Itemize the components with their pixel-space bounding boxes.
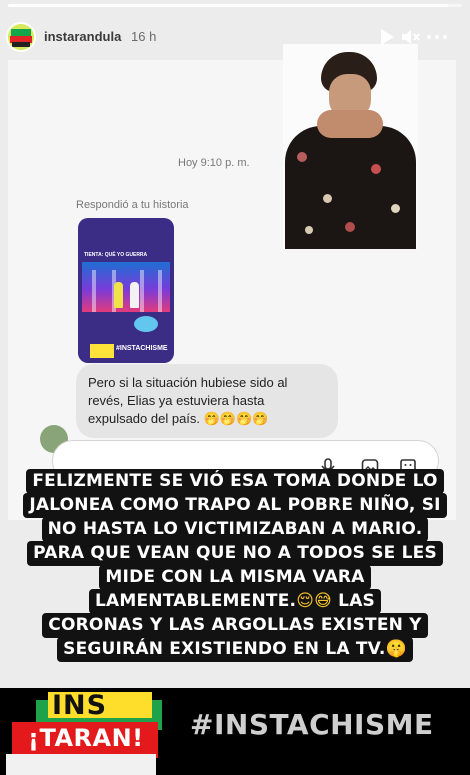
- play-icon[interactable]: [376, 26, 398, 48]
- story-progress-fill: [8, 4, 449, 7]
- caption-line-7: CORONAS Y LAS ARGOLLAS EXISTEN Y: [42, 613, 428, 638]
- caption-line-4: PARA QUE VEAN QUE NO A TODOS SE LES: [27, 541, 443, 566]
- brand-logo-bottom: ¡TARAN!: [28, 724, 144, 752]
- thumb-logo: [90, 344, 114, 358]
- brand-banner: INS ¡TARAN! #INSTACHISME: [0, 688, 470, 775]
- caption-line-5: MIDE CON LA MISMA VARA: [99, 565, 371, 590]
- profile-avatar[interactable]: [6, 22, 36, 52]
- brand-logo-top: INS: [52, 690, 108, 721]
- thumb-hashtag: #INSTACHISME: [116, 345, 168, 352]
- story-caption: FELIZMENTE SE VIÓ ESA TOMA DONDE LO JALO…: [0, 469, 470, 662]
- mute-icon[interactable]: [399, 26, 421, 48]
- thumb-bubble-sticker: [134, 316, 158, 332]
- more-icon[interactable]: [426, 26, 448, 48]
- dm-timestamp: Hoy 9:10 p. m.: [178, 157, 250, 169]
- person-overlay-image: [283, 44, 418, 249]
- story-viewer[interactable]: Hoy 9:10 p. m. Respondió a tu historia T…: [0, 0, 470, 775]
- caption-line-6: LAMENTABLEMENTE.😌😅 LAS: [88, 589, 382, 614]
- thumb-caption: TIENTA: QUÉ YO GUERRA: [84, 252, 148, 258]
- replied-story-thumbnail: TIENTA: QUÉ YO GUERRA #INSTACHISME: [78, 218, 174, 363]
- replied-to-story-label: Respondió a tu historia: [76, 199, 189, 211]
- caption-line-1: FELIZMENTE SE VIÓ ESA TOMA DONDE LO: [26, 469, 444, 494]
- caption-line-2: JALONEA COMO TRAPO AL POBRE NIÑO, SI: [23, 493, 447, 518]
- story-time: 16 h: [131, 29, 157, 44]
- profile-username[interactable]: instarandula: [44, 29, 121, 44]
- story-header: instarandula 16 h: [0, 14, 470, 58]
- dm-message-emojis: 🤭🤭🤭🤭: [203, 410, 269, 426]
- caption-line-6-text: LAMENTABLEMENTE.: [94, 591, 297, 611]
- dm-message-bubble: Pero si la situación hubiese sido al rev…: [76, 364, 338, 438]
- thumb-stage-image: [82, 262, 170, 312]
- caption-line-8-text: SEGUIRÁN EXISTIENDO EN LA TV.: [63, 639, 386, 659]
- story-progress-bar: [8, 4, 462, 7]
- caption-line-6-tail: LAS: [338, 591, 376, 611]
- caption-line-3: NO HASTA LO VICTIMIZABAN A MARIO.: [41, 517, 429, 542]
- caption-shush-emoji: 🤫: [385, 639, 407, 659]
- caption-line-8: SEGUIRÁN EXISTIENDO EN LA TV.🤫: [57, 637, 413, 662]
- caption-emojis: 😌😅: [296, 591, 333, 611]
- brand-hashtag: #INSTACHISME: [190, 708, 434, 741]
